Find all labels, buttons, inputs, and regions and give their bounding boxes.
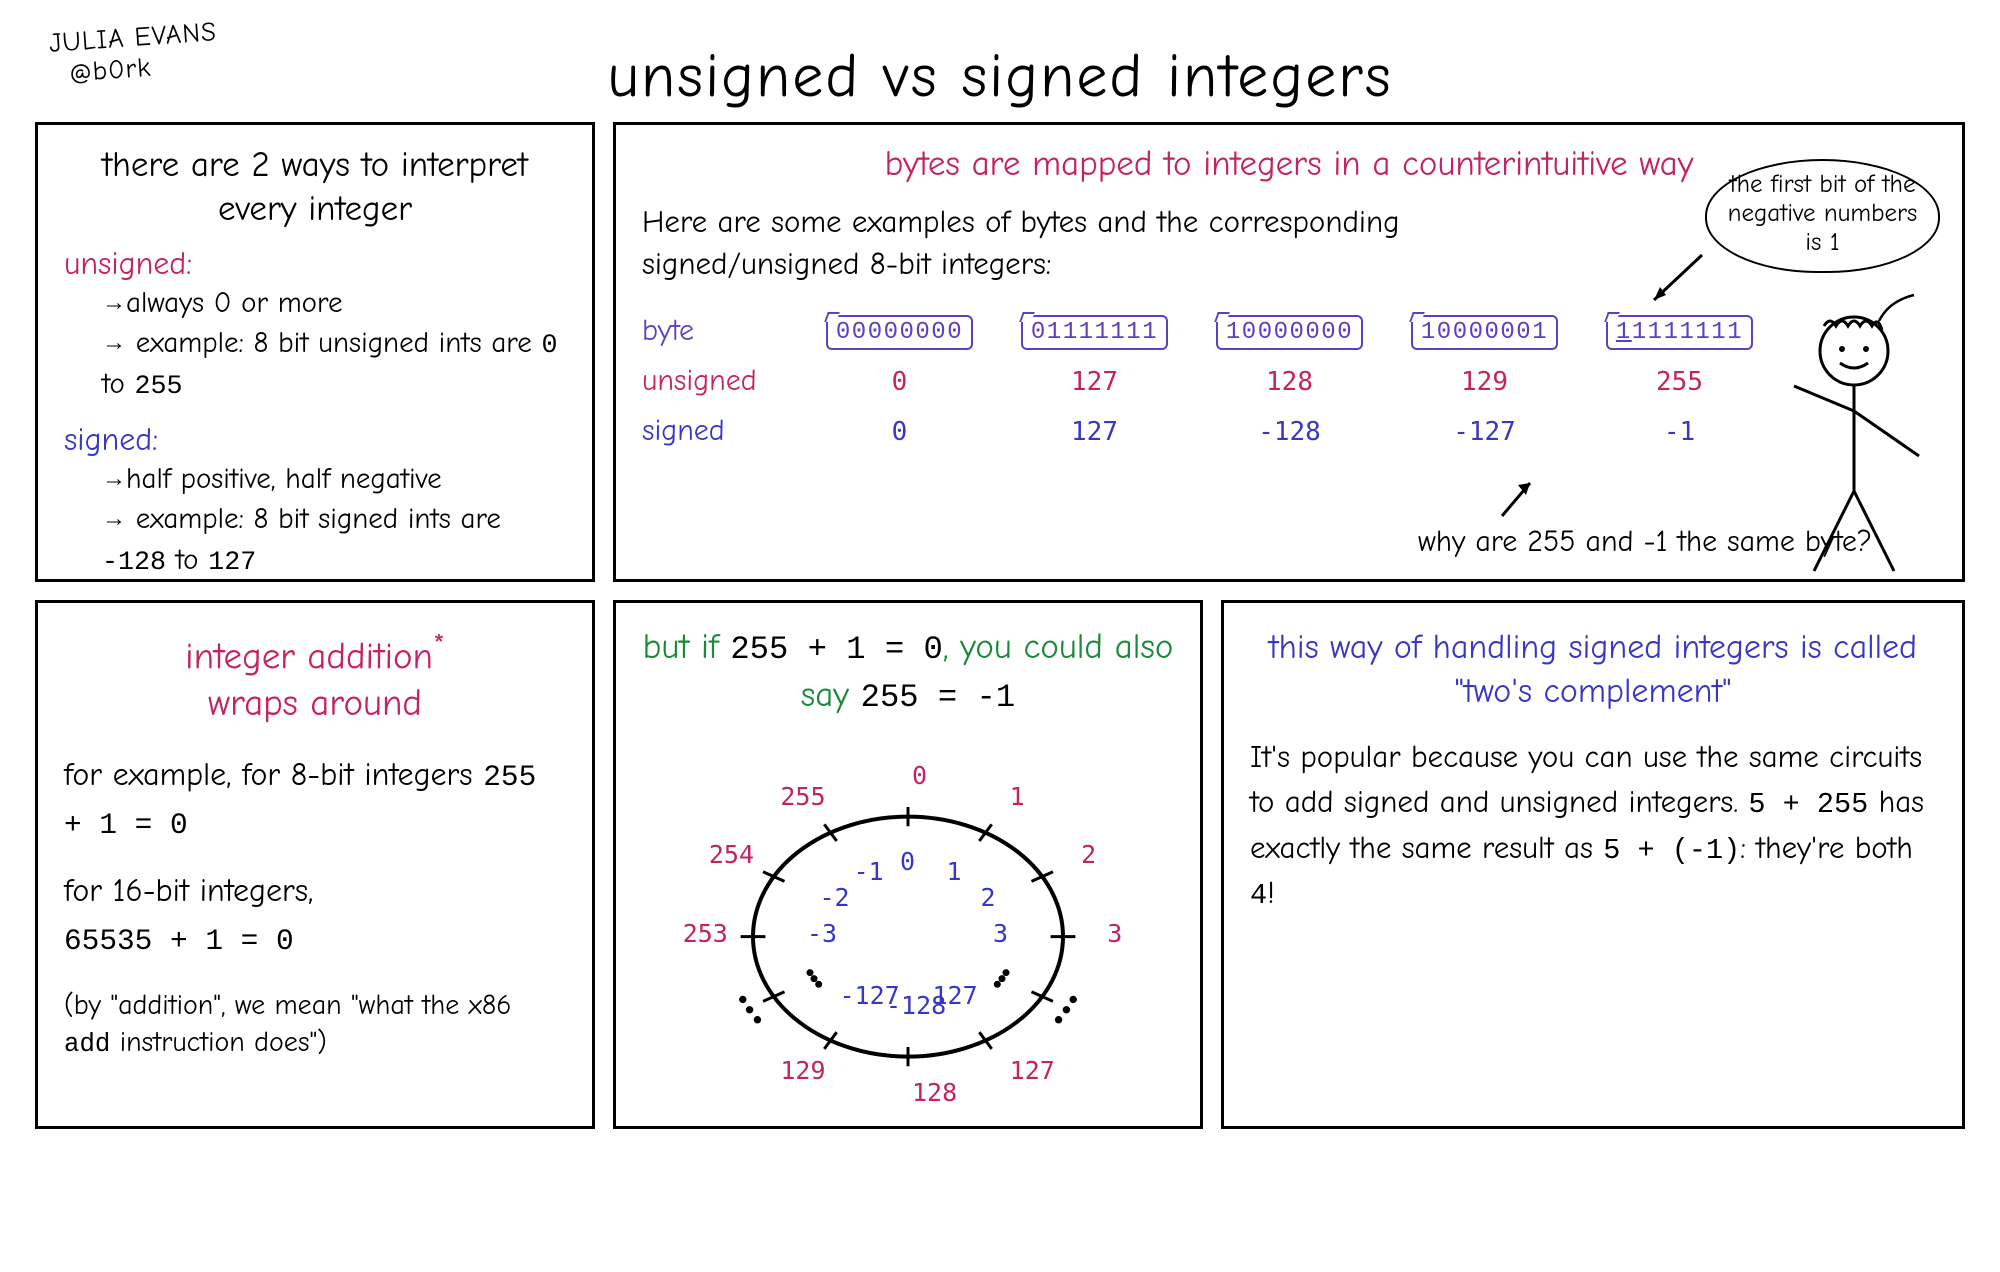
unsigned-value: 127 <box>1071 367 1118 397</box>
panel2-subheading: Here are some examples of bytes and the … <box>642 202 1492 286</box>
ring-outer-label: 255 <box>780 782 825 811</box>
ring-outer-label: 129 <box>780 1056 825 1085</box>
unsigned-value: 0 <box>892 367 908 397</box>
signed-label: signed: <box>64 421 566 458</box>
ring-inner-label: 2 <box>981 883 996 912</box>
bullet: example: 8 bit unsigned ints are 0 to 25… <box>102 324 566 407</box>
row-label-signed: signed <box>642 413 802 448</box>
ring-outer-label: 0 <box>912 761 927 790</box>
panel3-body: for example, for 8-bit integers 255 + 1 … <box>64 751 566 963</box>
unsigned-bullets: always 0 or more example: 8 bit unsigned… <box>102 284 566 407</box>
signed-bullets: half positive, half negative example: 8 … <box>102 460 566 583</box>
ring-svg <box>708 762 1108 1102</box>
byte-cell: 11111111 <box>1606 315 1753 350</box>
ring-outer-label: 1 <box>1010 782 1025 811</box>
panel-wraps-around: integer addition* wraps around for examp… <box>35 600 595 1129</box>
unsigned-value: 128 <box>1266 367 1313 397</box>
byte-cell: 01111111 <box>1021 315 1168 350</box>
author-credit: JULIA EVANS @b0rk <box>48 16 220 90</box>
byte-cell: 10000000 <box>1216 315 1363 350</box>
unsigned-value: 255 <box>1656 367 1703 397</box>
number-ring: 00112233127127128-128129-127253-3254-225… <box>642 728 1174 1108</box>
byte-cell: 10000001 <box>1411 315 1558 350</box>
ring-inner-label: -2 <box>819 883 849 912</box>
byte-table: byte 00000000 01111111 10000000 10000001… <box>642 306 1936 456</box>
panel-ring: but if 255 + 1 = 0, you could also say 2… <box>613 600 1203 1129</box>
panel-two-ways: there are 2 ways to interpret every inte… <box>35 122 595 582</box>
row-label-unsigned: unsigned <box>642 363 802 398</box>
ring-outer-label: 253 <box>683 919 728 948</box>
panel5-heading: this way of handling signed integers is … <box>1250 625 1936 713</box>
ring-outer-label: 128 <box>912 1078 957 1107</box>
unsigned-value: 129 <box>1461 367 1508 397</box>
ring-outer-label: 254 <box>709 840 754 869</box>
unsigned-label: unsigned: <box>64 245 566 282</box>
panel3-footnote: (by "addition", we mean "what the x86 ad… <box>64 987 566 1061</box>
signed-value: 0 <box>892 417 908 447</box>
page-title: unsigned vs signed integers <box>35 40 1965 112</box>
panel3-heading: integer addition* wraps around <box>64 627 566 727</box>
ring-inner-label: 0 <box>900 847 915 876</box>
panel1-heading: there are 2 ways to interpret every inte… <box>64 143 566 231</box>
ring-inner-label: 1 <box>947 857 962 886</box>
panel-twos-complement: this way of handling signed integers is … <box>1221 600 1965 1129</box>
ring-inner-label: -1 <box>854 857 884 886</box>
arrow-icon <box>1642 245 1712 315</box>
ring-inner-label: -127 <box>840 981 900 1010</box>
row-label-byte: byte <box>642 313 802 348</box>
byte-cell: 00000000 <box>826 315 973 350</box>
arrow-icon <box>1492 471 1542 521</box>
signed-row: signed 0 127 -128 -127 -1 <box>642 406 1936 456</box>
bullet: half positive, half negative <box>102 460 566 501</box>
ring-outer-label: 2 <box>1081 840 1096 869</box>
signed-value: 127 <box>1071 417 1118 447</box>
signed-value: -128 <box>1258 417 1321 447</box>
unsigned-row: unsigned 0 127 128 129 255 <box>642 356 1936 406</box>
ring-inner-label: 3 <box>993 919 1008 948</box>
panel2-question: why are 255 and -1 the same byte? <box>1418 524 1872 559</box>
ring-outer-label: 3 <box>1107 919 1122 948</box>
signed-value: -1 <box>1664 417 1695 447</box>
panel4-heading: but if 255 + 1 = 0, you could also say 2… <box>642 623 1174 720</box>
byte-row: byte 00000000 01111111 10000000 10000001… <box>642 306 1936 356</box>
signed-value: -127 <box>1453 417 1516 447</box>
ring-inner-label: -3 <box>807 919 837 948</box>
panel-byte-mapping: bytes are mapped to integers in a counte… <box>613 122 1965 582</box>
ring-outer-label: 127 <box>1010 1056 1055 1085</box>
speech-bubble: the first bit of the negative numbers is… <box>1705 159 1940 273</box>
bullet: always 0 or more <box>102 284 566 325</box>
bullet: example: 8 bit signed ints are -128 to 1… <box>102 500 566 582</box>
panel5-body: It's popular because you can use the sam… <box>1250 735 1936 916</box>
